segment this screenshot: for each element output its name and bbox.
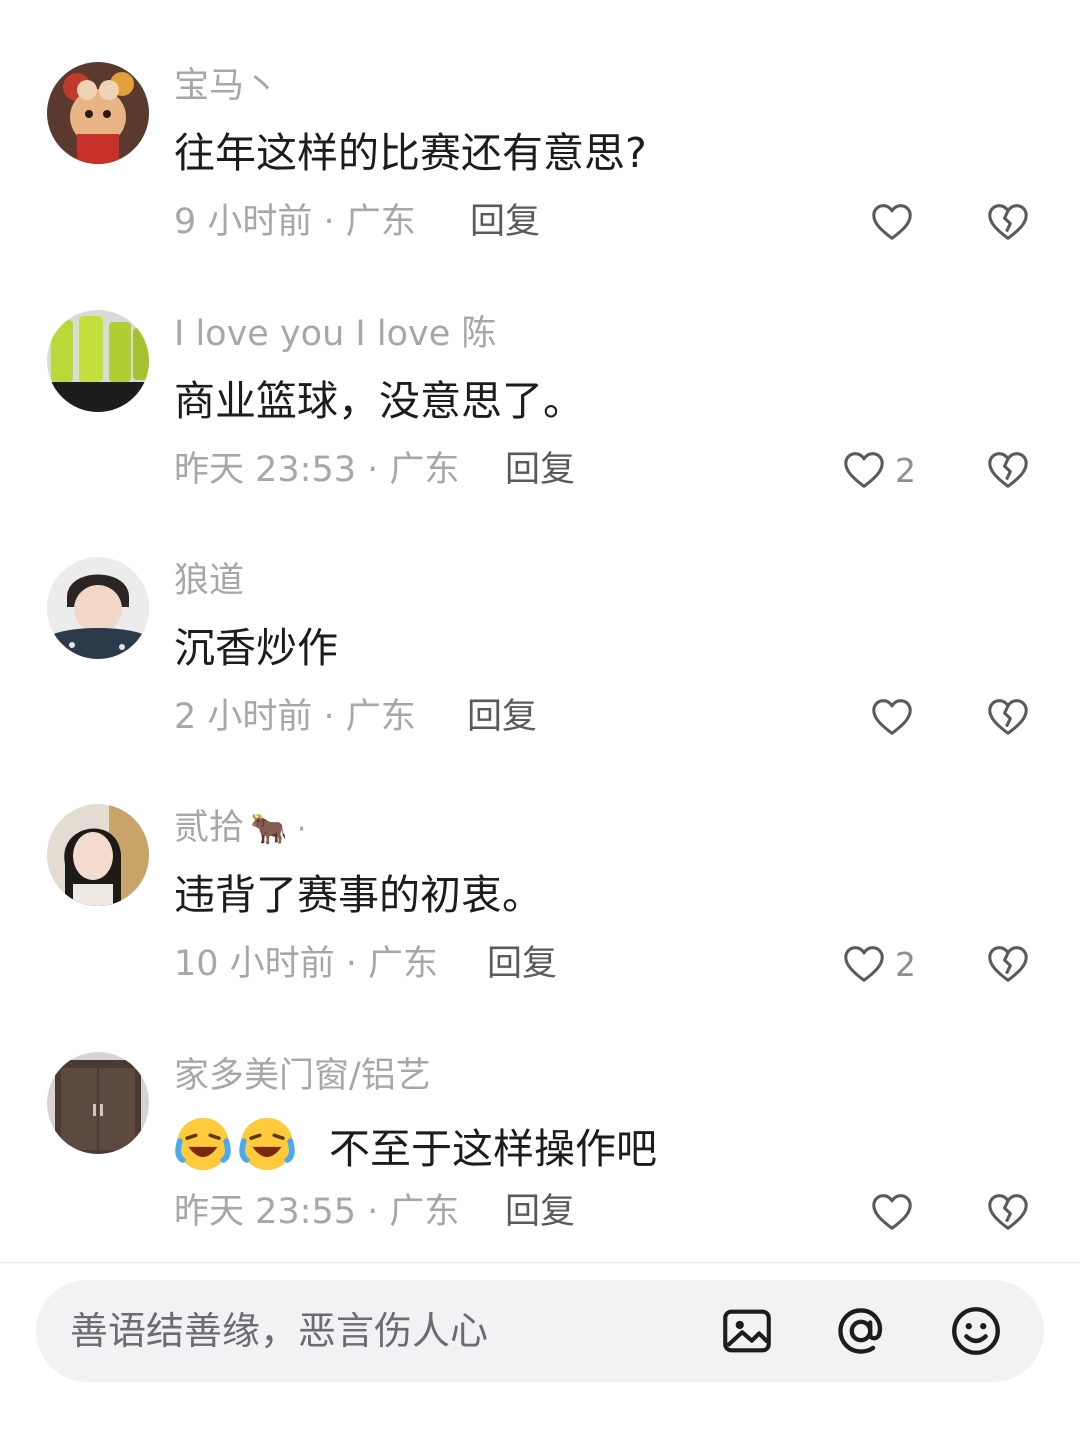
like-count: 2 (895, 450, 916, 490)
username[interactable]: 贰拾 🐂 · (174, 804, 306, 854)
avatar-image (47, 557, 149, 659)
avatar-image (47, 310, 149, 412)
smiley-icon[interactable] (947, 1302, 1005, 1360)
reply-button[interactable]: 回复 (487, 940, 557, 988)
avatar[interactable] (47, 1052, 149, 1154)
like-button[interactable] (869, 1188, 923, 1236)
comment-text: 沉香炒作 (174, 624, 338, 672)
comment-input-bar[interactable]: 善语结善缘，恶言伤人心 (36, 1280, 1044, 1382)
comment-item: 贰拾 🐂 · 违背了赛事的初衷。 10 小时前 · 广东 回复 2 (0, 804, 1080, 1052)
broken-heart-icon[interactable] (985, 199, 1031, 245)
like-button[interactable] (869, 198, 923, 246)
comment-meta: 昨天 23:55 · 广东 (174, 1192, 460, 1232)
reply-button[interactable]: 回复 (467, 693, 537, 741)
reply-button[interactable]: 回复 (505, 1188, 575, 1236)
heart-outline-icon (872, 1194, 912, 1230)
heart-outline-icon (872, 699, 912, 735)
username[interactable]: I love you I love 陈 (174, 310, 496, 358)
avatar[interactable] (47, 804, 149, 906)
username[interactable]: 家多美门窗/铝艺 (174, 1052, 431, 1100)
comment-meta: 2 小时前 · 广东 (174, 697, 416, 737)
heart-outline-icon (872, 204, 912, 240)
comment-text: 商业篮球，没意思了。 (174, 377, 584, 425)
like-button[interactable] (869, 693, 923, 741)
avatar[interactable] (47, 62, 149, 164)
heart-outline-icon (844, 452, 884, 488)
comment-input-placeholder[interactable]: 善语结善缘，恶言伤人心 (70, 1306, 488, 1356)
username[interactable]: 宝马丶 (174, 62, 279, 110)
comment-item: 宝马丶 往年这样的比赛还有意思? 9 小时前 · 广东 回复 (0, 62, 1080, 310)
laughing-crying-emoji-icon (239, 1117, 295, 1171)
broken-heart-icon[interactable] (985, 1189, 1031, 1235)
comment-meta: 昨天 23:53 · 广东 (174, 450, 460, 490)
laughing-crying-emoji-icon (175, 1117, 231, 1171)
comment-item: 狼道 沉香炒作 2 小时前 · 广东 回复 (0, 557, 1080, 805)
comment-text: 违背了赛事的初衷。 (174, 871, 543, 919)
username-text: 贰拾 (174, 808, 245, 848)
avatar-image (47, 804, 149, 906)
at-icon[interactable] (832, 1302, 890, 1360)
heart-outline-icon (844, 946, 884, 982)
comment-item: I love you I love 陈 商业篮球，没意思了。 昨天 23:53 … (0, 310, 1080, 558)
avatar[interactable] (47, 310, 149, 412)
avatar-image (47, 62, 149, 164)
reply-button[interactable]: 回复 (505, 446, 575, 494)
broken-heart-icon[interactable] (985, 447, 1031, 493)
comment-meta: 9 小时前 · 广东 (174, 202, 416, 242)
image-icon[interactable] (718, 1302, 776, 1360)
broken-heart-icon[interactable] (985, 694, 1031, 740)
ox-icon: 🐂 · (250, 812, 307, 847)
avatar[interactable] (47, 557, 149, 659)
divider (0, 1262, 1080, 1263)
like-button[interactable]: 2 (841, 446, 916, 494)
username[interactable]: 狼道 (174, 557, 244, 605)
like-button[interactable]: 2 (841, 940, 916, 988)
comment-text: 不至于这样操作吧 (174, 1115, 657, 1177)
comment-meta: 10 小时前 · 广东 (174, 944, 439, 984)
comment-text: 往年这样的比赛还有意思? (174, 129, 647, 177)
avatar-image (47, 1052, 149, 1154)
like-count: 2 (895, 944, 916, 984)
reply-button[interactable]: 回复 (470, 198, 540, 246)
broken-heart-icon[interactable] (985, 941, 1031, 987)
comment-text-body: 不至于这样操作吧 (329, 1125, 658, 1173)
